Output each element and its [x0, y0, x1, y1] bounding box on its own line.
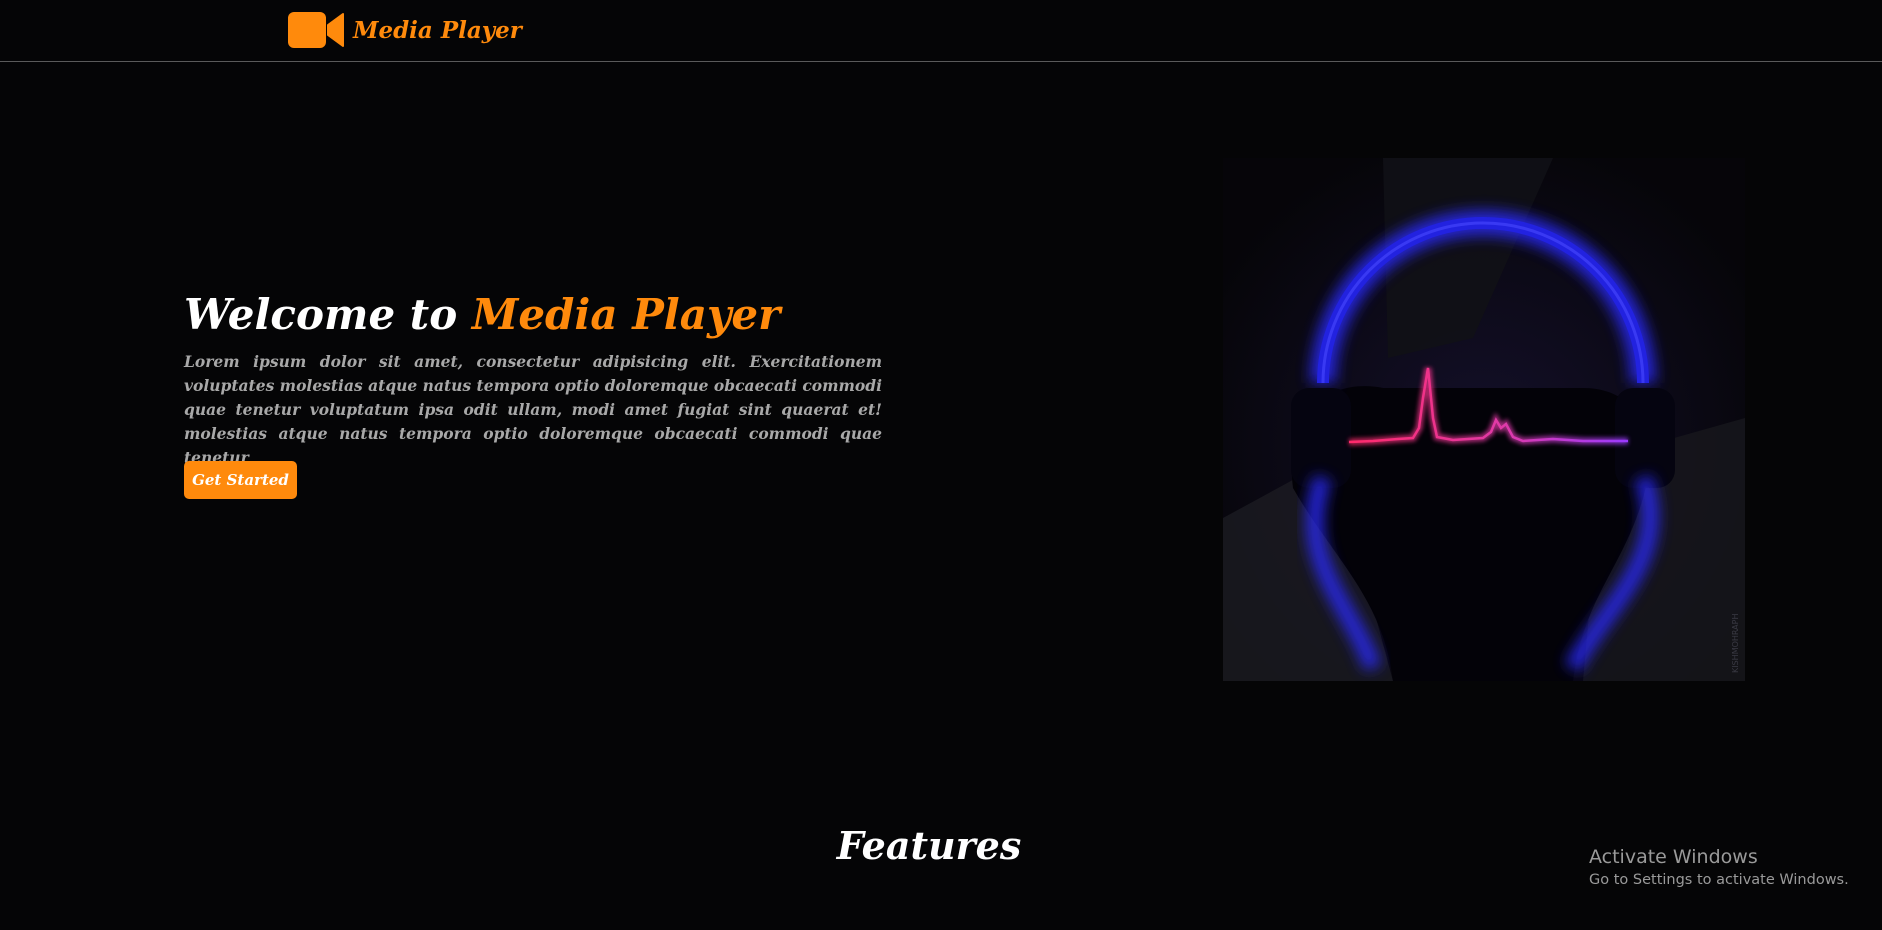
hero-image: KISHMOHRAPH [1223, 158, 1745, 681]
hero-description: Lorem ipsum dolor sit amet, consectetur … [184, 352, 882, 467]
hero-title-accent: Media Player [471, 290, 781, 339]
hero-title-prefix: Welcome to [184, 290, 458, 339]
windows-activation-watermark: Activate Windows Go to Settings to activ… [1589, 846, 1849, 888]
brand-link[interactable]: Media Player [288, 10, 522, 50]
navbar: Media Player [0, 0, 1882, 62]
watermark-title: Activate Windows [1589, 846, 1758, 868]
get-started-button[interactable]: Get Started [184, 461, 297, 499]
hero-title: Welcome to Media Player [184, 290, 780, 339]
brand-name: Media Player [353, 16, 522, 44]
image-signature: KISHMOHRAPH [1731, 614, 1740, 673]
video-camera-icon [288, 10, 345, 50]
watermark-subtitle: Go to Settings to activate Windows. [1589, 872, 1849, 888]
features-title: Features [836, 823, 1022, 868]
